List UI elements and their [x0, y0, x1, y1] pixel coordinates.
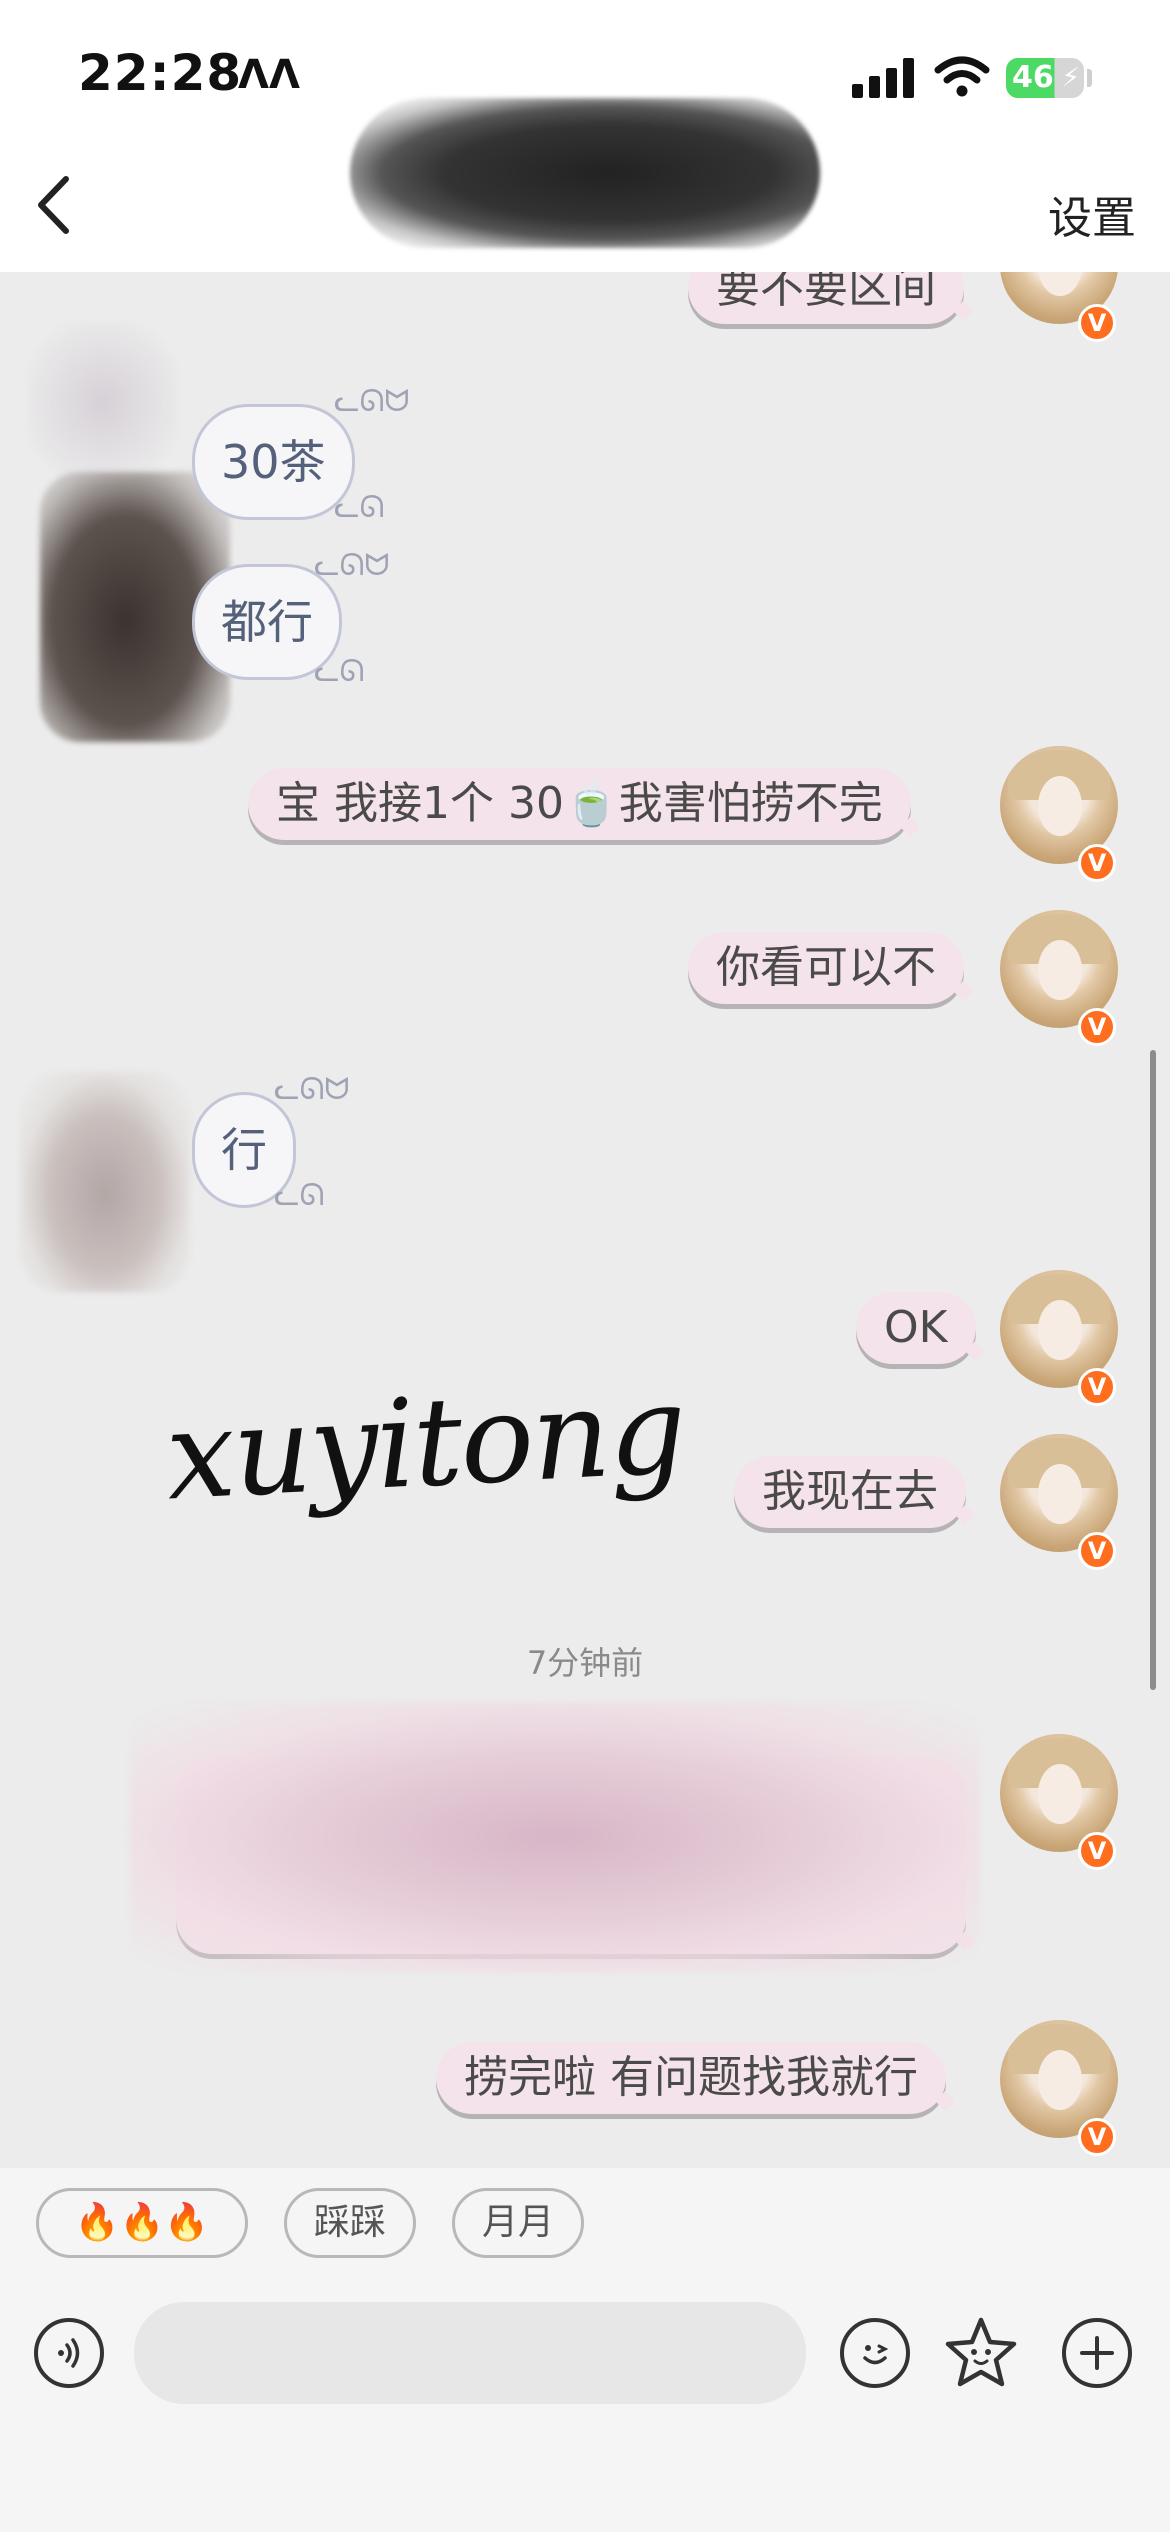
chat-message-list[interactable]: 要不要区间 V 30茶 ᓚᘏᗢ ᓚᘏ 都行 ᓚᘏᗢ ᓚᘏ 宝 我接1个 30🍵我…: [0, 272, 1170, 2168]
message-input[interactable]: [134, 2302, 806, 2404]
charging-bolt-icon: ⚡: [1061, 63, 1080, 93]
voice-button[interactable]: [34, 2318, 104, 2388]
plus-icon: [1080, 2336, 1114, 2370]
outgoing-message[interactable]: OK: [856, 1292, 976, 1364]
verified-badge-icon: V: [1078, 1008, 1116, 1046]
verified-badge-icon: V: [1078, 1532, 1116, 1570]
verified-badge-icon: V: [1078, 844, 1116, 882]
sticker-button[interactable]: [942, 2314, 1020, 2392]
battery-icon: 46 ⚡: [1006, 58, 1084, 98]
quick-reply-chip[interactable]: 🔥🔥🔥: [36, 2188, 248, 2258]
smiley-icon: [863, 2344, 889, 2365]
quick-reply-chip[interactable]: 月月: [452, 2188, 584, 2258]
verified-badge-icon: V: [1078, 1832, 1116, 1870]
cat-sticker-icon: ᓚᘏ: [334, 490, 385, 525]
verified-badge-icon: V: [1078, 304, 1116, 342]
cat-sticker-icon: ᓚᘏᗢ: [274, 1072, 350, 1107]
add-button[interactable]: [1062, 2318, 1132, 2388]
verified-badge-icon: V: [1078, 1368, 1116, 1406]
outgoing-message[interactable]: 宝 我接1个 30🍵我害怕捞不完: [248, 768, 911, 840]
battery-tip: [1087, 69, 1092, 87]
outgoing-message[interactable]: 要不要区间: [688, 272, 964, 324]
cat-sticker-icon: ᓚᘏᗢ: [314, 548, 390, 583]
outgoing-message[interactable]: 我现在去: [734, 1456, 966, 1528]
redacted-message-content: [130, 1702, 980, 1972]
star-sticker-icon: [945, 2317, 1017, 2387]
quick-reply-chip[interactable]: 踩踩: [284, 2188, 416, 2258]
emoji-button[interactable]: [840, 2318, 910, 2388]
scrollbar[interactable]: [1150, 1050, 1156, 1690]
verified-badge-icon: V: [1078, 2118, 1116, 2156]
voice-wave-icon: [58, 2338, 80, 2368]
redacted-contact-name: [350, 98, 820, 248]
battery-level: 46: [1012, 60, 1054, 95]
input-bar: [0, 2278, 1170, 2532]
status-app-glyph: ꓥꓥ: [238, 52, 300, 98]
cat-sticker-icon: ᓚᘏ: [314, 654, 365, 689]
status-time: 22:28: [78, 44, 243, 102]
message-timestamp: 7分钟前: [526, 1644, 644, 1682]
wifi-icon: [934, 56, 990, 97]
redacted-sender-avatar-top: [28, 322, 178, 482]
header: 22:28 ꓥꓥ 46 ⚡ 设置: [0, 0, 1170, 272]
cat-sticker-icon: ᓚᘏ: [274, 1178, 325, 1213]
redacted-sender-avatar: [20, 1072, 190, 1292]
cellular-signal-icon: [852, 58, 916, 98]
incoming-message[interactable]: 30茶: [192, 404, 355, 520]
signature-watermark: xuyitong: [162, 1358, 688, 1528]
chevron-left-icon: [38, 176, 69, 234]
settings-button[interactable]: 设置: [1048, 182, 1136, 246]
outgoing-message[interactable]: 捞完啦 有问题找我就行: [436, 2042, 946, 2114]
cat-sticker-icon: ᓚᘏᗢ: [334, 384, 410, 419]
back-button[interactable]: [28, 170, 78, 240]
outgoing-message[interactable]: 你看可以不: [688, 932, 964, 1004]
quick-reply-bar: 🔥🔥🔥 踩踩 月月: [0, 2168, 1170, 2278]
